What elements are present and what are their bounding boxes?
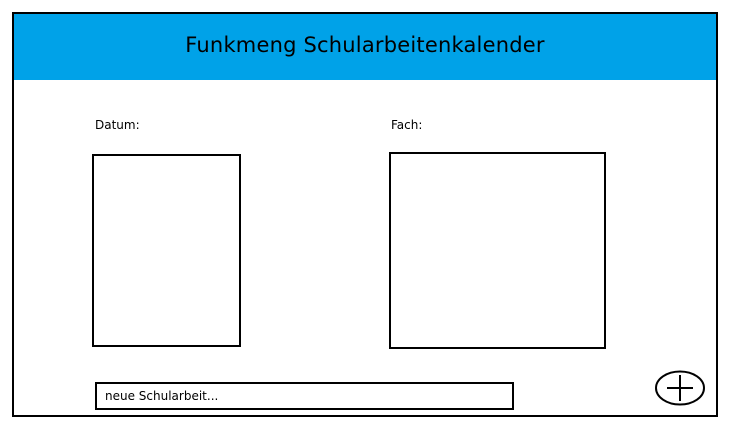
app-title: Funkmeng Schularbeitenkalender <box>185 33 545 57</box>
add-button[interactable] <box>655 370 705 406</box>
new-schularbeit-input[interactable] <box>95 382 514 410</box>
fach-list[interactable] <box>389 152 606 349</box>
datum-list[interactable] <box>92 154 241 347</box>
header-bar: Funkmeng Schularbeitenkalender <box>14 14 716 80</box>
circle-plus-icon <box>655 370 705 406</box>
datum-label: Datum: <box>95 118 140 132</box>
fach-label: Fach: <box>391 118 423 132</box>
app-window: Funkmeng Schularbeitenkalender Datum: Fa… <box>12 12 718 417</box>
